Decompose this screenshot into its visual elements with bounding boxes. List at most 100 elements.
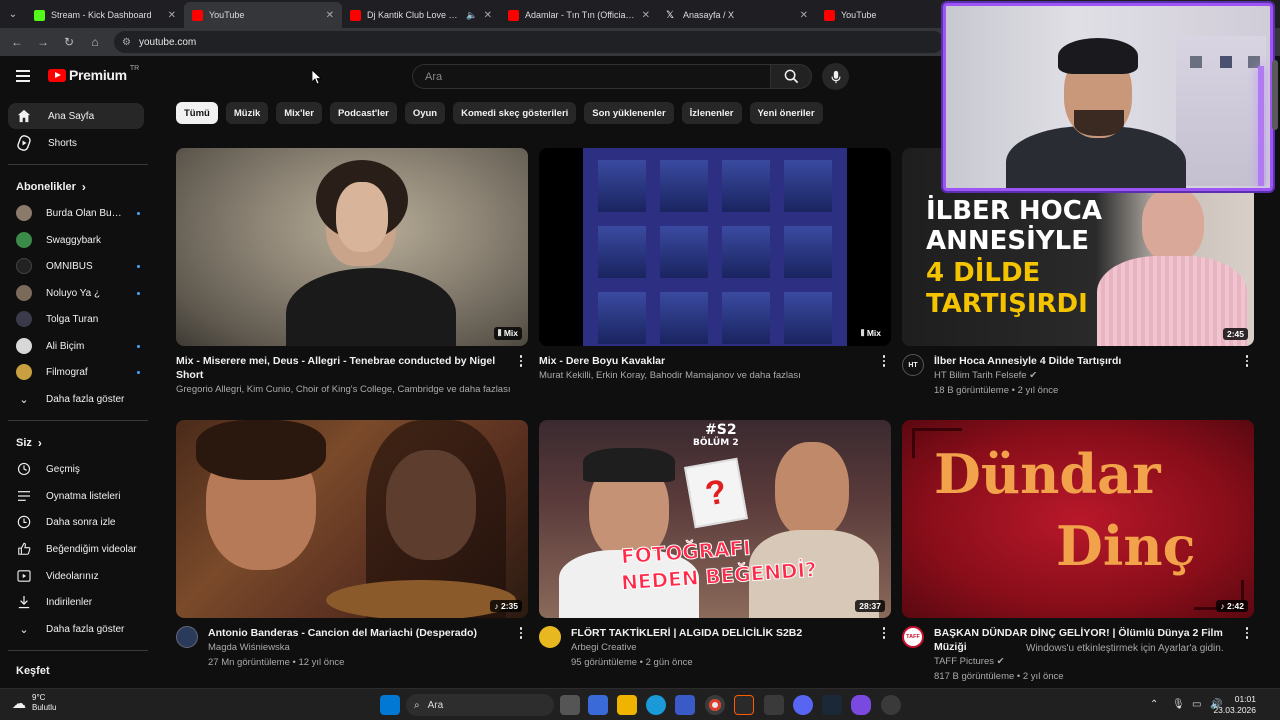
sidebar-subscription[interactable]: OMNIBUS [16, 256, 140, 276]
video-thumbnail[interactable]: ⦀ Mix [176, 148, 528, 346]
sidebar-subscription[interactable]: Tolga Turan [16, 309, 140, 329]
video-thumbnail[interactable]: Dündar Dinç ♪ 2:42 [902, 420, 1254, 618]
menu-icon[interactable] [16, 70, 30, 82]
video-card[interactable]: ? #S2 BÖLÜM 2 FOTOĞRAFI NEDEN BEĞENDİ? 2… [539, 420, 891, 686]
close-tab-icon[interactable]: ✕ [168, 10, 176, 21]
close-tab-icon[interactable]: ✕ [484, 10, 492, 21]
steam-icon[interactable] [822, 695, 842, 715]
page-scrollbar[interactable] [1272, 60, 1278, 130]
sidebar-subscription[interactable]: Filmograf [16, 362, 140, 382]
task-view-icon[interactable] [560, 695, 580, 715]
tray-chevron-icon[interactable]: ⌃ [1150, 699, 1158, 710]
forward-icon[interactable]: → [32, 31, 54, 53]
browser-tab-active[interactable]: YouTube ✕ [184, 2, 342, 28]
sidebar-item-watch-later[interactable]: Daha sonra izle [16, 512, 140, 532]
discord-icon[interactable] [793, 695, 813, 715]
chip-music[interactable]: Müzik [225, 102, 269, 124]
chip-podcasts[interactable]: Podcast'ler [329, 102, 397, 124]
more-options-icon[interactable] [1242, 354, 1252, 368]
sidebar-item-your-videos[interactable]: Videolarınız [16, 566, 140, 586]
voice-search-button[interactable] [822, 63, 849, 90]
speaker-icon[interactable]: 🔈 [466, 10, 477, 21]
edge-icon[interactable] [646, 695, 666, 715]
video-card[interactable]: ⦀ Mix Mix - Dere Boyu Kavaklar Murat Kek… [539, 148, 891, 414]
sidebar-item-home[interactable]: Ana Sayfa [8, 103, 144, 129]
sidebar-item-playlists[interactable]: Oynatma listeleri [16, 486, 140, 506]
weather-widget[interactable]: ☁ 9°C Bulutlu [12, 693, 56, 713]
store-icon[interactable] [675, 695, 695, 715]
browser-tab[interactable]: 𝕏 Anasayfa / X ✕ [658, 2, 816, 28]
sidebar-item-downloads[interactable]: İndirilenler [16, 592, 140, 612]
video-title[interactable]: Antonio Banderas - Cancion del Mariachi … [208, 626, 528, 640]
chip-gaming[interactable]: Oyun [404, 102, 446, 124]
sidebar-subscription[interactable]: Burda Olan Burd... [16, 203, 140, 223]
video-thumbnail[interactable]: ♪ 2:35 [176, 420, 528, 618]
subscriptions-heading[interactable]: Abonelikler › [16, 180, 86, 194]
chip-mixes[interactable]: Mix'ler [276, 102, 322, 124]
taskbar-search[interactable]: ⌕ Ara [406, 694, 554, 716]
tab-search-button[interactable]: ⌄ [0, 0, 26, 28]
close-tab-icon[interactable]: ✕ [642, 10, 650, 21]
start-icon[interactable] [380, 695, 400, 715]
video-thumbnail[interactable]: ? #S2 BÖLÜM 2 FOTOĞRAFI NEDEN BEĞENDİ? 2… [539, 420, 891, 618]
show-more-subscriptions[interactable]: ⌄ Daha fazla göster [16, 389, 140, 409]
show-more-you[interactable]: ⌄ Daha fazla göster [16, 619, 140, 639]
more-options-icon[interactable] [879, 626, 889, 640]
search-button[interactable] [770, 64, 812, 89]
channel-avatar[interactable]: TAFF [902, 626, 924, 648]
reload-icon[interactable]: ↻ [58, 31, 80, 53]
more-options-icon[interactable] [1242, 626, 1252, 640]
app-icon[interactable] [764, 695, 784, 715]
youtube-premium-logo[interactable]: Premium TR [48, 65, 139, 83]
video-channel-row[interactable]: HT Bilim Tarih Felsefe ✔ [934, 368, 1254, 383]
video-title[interactable]: İlber Hoca Annesiyle 4 Dilde Tartışırdı [934, 354, 1254, 368]
display-tray-icon[interactable]: ▭ [1192, 699, 1201, 710]
close-tab-icon[interactable]: ✕ [326, 10, 334, 21]
browser-tab[interactable]: Adamlar - Tın Tın (Official Audio) ✕ [500, 2, 658, 28]
chip-recent[interactable]: Son yüklenenler [584, 102, 674, 124]
more-options-icon[interactable] [879, 354, 889, 368]
sidebar-subscription[interactable]: Ali Biçim [16, 336, 140, 356]
search-input[interactable]: Ara [412, 64, 770, 89]
file-explorer-icon[interactable] [617, 695, 637, 715]
browser-tab[interactable]: Dj Kantik Club Love Bubbling 🔈 ✕ [342, 2, 500, 28]
sidebar-subscription[interactable]: Noluyo Ya ¿ [16, 283, 140, 303]
sidebar-item-shorts[interactable]: Shorts [8, 130, 144, 156]
video-channel[interactable]: Gregorio Allegri, Kim Cunio, Choir of Ki… [176, 382, 528, 397]
more-options-icon[interactable] [516, 626, 526, 640]
sidebar-item-liked[interactable]: Beğendiğim videolar [16, 539, 140, 559]
chrome-icon[interactable] [705, 695, 725, 715]
obs-icon[interactable] [881, 695, 901, 715]
widgets-icon[interactable] [588, 695, 608, 715]
video-title[interactable]: FLÖRT TAKTİKLERİ | ALGIDA DELİCİLİK S2B2 [571, 626, 891, 640]
channel-avatar[interactable]: HT [902, 354, 924, 376]
app-icon[interactable] [851, 695, 871, 715]
channel-avatar[interactable] [539, 626, 561, 648]
chip-new[interactable]: Yeni öneriler [749, 102, 823, 124]
sidebar-subscription[interactable]: Swaggybark [16, 230, 140, 250]
chip-comedy[interactable]: Komedi skeç gösterileri [453, 102, 577, 124]
chip-all[interactable]: Tümü [176, 102, 218, 124]
channel-avatar[interactable] [176, 626, 198, 648]
video-card[interactable]: ⦀ Mix Mix - Miserere mei, Deus - Allegri… [176, 148, 528, 414]
microphone-tray-icon[interactable]: 🎙 [1172, 699, 1185, 710]
close-tab-icon[interactable]: ✕ [800, 10, 808, 21]
video-channel[interactable]: Arbegi Creative [571, 640, 891, 655]
home-icon[interactable]: ⌂ [84, 31, 106, 53]
taskbar-clock[interactable]: 01:01 23.03.2026 [1213, 694, 1256, 716]
more-options-icon[interactable] [516, 354, 526, 368]
app-icon[interactable] [734, 695, 754, 715]
video-title[interactable]: Mix - Miserere mei, Deus - Allegri - Ten… [176, 354, 528, 382]
video-card[interactable]: ♪ 2:35 Antonio Banderas - Cancion del Ma… [176, 420, 528, 686]
site-info-icon[interactable]: ⚙ [122, 37, 131, 48]
you-heading[interactable]: Siz › [16, 436, 42, 450]
sidebar-item-history[interactable]: Geçmiş [16, 459, 140, 479]
video-channel[interactable]: Murat Kekilli, Erkin Koray, Bahodir Mama… [539, 368, 891, 383]
video-title[interactable]: Mix - Dere Boyu Kavaklar [539, 354, 891, 368]
video-channel-row[interactable]: TAFF Pictures ✔ [934, 654, 1254, 669]
video-thumbnail[interactable]: ⦀ Mix [539, 148, 891, 346]
video-channel[interactable]: Magda Wiśniewska [208, 640, 528, 655]
url-field[interactable]: ⚙ youtube.com [114, 31, 944, 53]
browser-tab[interactable]: Stream - Kick Dashboard ✕ [26, 2, 184, 28]
back-icon[interactable]: ← [6, 31, 28, 53]
